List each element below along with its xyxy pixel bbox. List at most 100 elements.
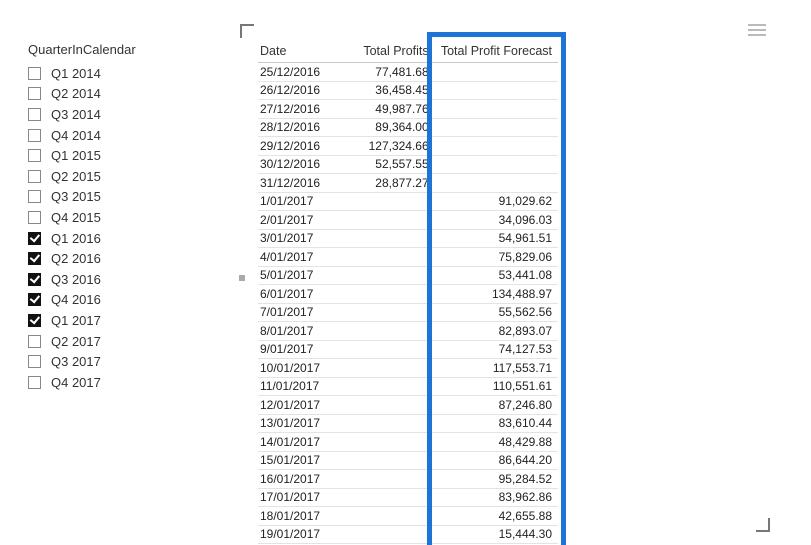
cell-date: 18/01/2017	[258, 507, 342, 526]
table-row: 6/01/2017 134,488.97	[258, 285, 558, 304]
cell-profits	[342, 266, 435, 285]
slicer-item-label: Q3 2017	[51, 354, 101, 369]
slicer-item-label: Q3 2015	[51, 189, 101, 204]
cell-profits	[342, 303, 435, 322]
cell-date: 26/12/2016	[258, 81, 342, 100]
checkbox-icon[interactable]	[28, 129, 41, 142]
checkbox-icon[interactable]	[28, 355, 41, 368]
checkbox-icon[interactable]	[28, 232, 41, 245]
cell-profits	[342, 488, 435, 507]
checkbox-icon[interactable]	[28, 335, 41, 348]
resize-handle-left[interactable]	[239, 275, 245, 281]
table-row: 8/01/201782,893.07	[258, 322, 558, 341]
cell-forecast: 86,644.20	[435, 451, 558, 470]
slicer-item[interactable]: Q1 2014	[28, 63, 208, 84]
table-row: 28/12/201689,364.00	[258, 118, 558, 137]
visual-options-icon[interactable]	[748, 24, 766, 36]
table-row: 29/12/2016127,324.66	[258, 137, 558, 156]
table-visual[interactable]: Date Total Profits Total Profit Forecast…	[240, 24, 770, 532]
slicer-item[interactable]: Q1 2017	[28, 310, 208, 331]
slicer-item[interactable]: Q2 2014	[28, 84, 208, 105]
checkbox-icon[interactable]	[28, 273, 41, 286]
cell-date: 6/01/2017	[258, 285, 342, 304]
cell-profits	[342, 211, 435, 230]
cell-date: 9/01/2017	[258, 340, 342, 359]
cell-forecast: 42,655.88	[435, 507, 558, 526]
cell-forecast: 117,553.71	[435, 359, 558, 378]
cell-date: 8/01/2017	[258, 322, 342, 341]
checkbox-icon[interactable]	[28, 108, 41, 121]
cell-date: 17/01/2017	[258, 488, 342, 507]
checkbox-icon[interactable]	[28, 211, 41, 224]
slicer-item-label: Q4 2016	[51, 292, 101, 307]
cell-date: 19/01/2017	[258, 525, 342, 544]
cell-profits	[342, 322, 435, 341]
slicer-item-label: Q2 2015	[51, 169, 101, 184]
cell-profits	[342, 340, 435, 359]
slicer-item-label: Q2 2017	[51, 334, 101, 349]
cell-forecast: 134,488.97	[435, 285, 558, 304]
slicer-item[interactable]: Q3 2017	[28, 351, 208, 372]
slicer-item[interactable]: Q4 2015	[28, 207, 208, 228]
table-row: 18/01/2017 42,655.88	[258, 507, 558, 526]
cell-profits: 49,987.76	[342, 100, 435, 119]
cell-forecast: 53,441.08	[435, 266, 558, 285]
checkbox-icon[interactable]	[28, 87, 41, 100]
cell-date: 16/01/2017	[258, 470, 342, 489]
cell-date: 11/01/2017	[258, 377, 342, 396]
col-header-profits[interactable]: Total Profits	[342, 42, 435, 63]
slicer-item-label: Q4 2014	[51, 128, 101, 143]
cell-forecast: 110,551.61	[435, 377, 558, 396]
slicer-item[interactable]: Q4 2014	[28, 125, 208, 146]
slicer-item-label: Q2 2016	[51, 251, 101, 266]
checkbox-icon[interactable]	[28, 190, 41, 203]
col-header-forecast[interactable]: Total Profit Forecast	[435, 42, 558, 63]
table-row: 13/01/201783,610.44	[258, 414, 558, 433]
table-header-row: Date Total Profits Total Profit Forecast	[258, 42, 558, 63]
checkbox-icon[interactable]	[28, 376, 41, 389]
checkbox-icon[interactable]	[28, 293, 41, 306]
slicer-item-label: Q3 2016	[51, 272, 101, 287]
resize-handle-tl[interactable]	[240, 24, 254, 38]
slicer-item[interactable]: Q3 2015	[28, 187, 208, 208]
cell-forecast: 95,284.52	[435, 470, 558, 489]
checkbox-icon[interactable]	[28, 149, 41, 162]
slicer-item[interactable]: Q4 2016	[28, 290, 208, 311]
checkbox-icon[interactable]	[28, 252, 41, 265]
slicer-item-label: Q1 2017	[51, 313, 101, 328]
cell-forecast	[435, 155, 558, 174]
slicer-item[interactable]: Q3 2016	[28, 269, 208, 290]
cell-forecast: 83,962.86	[435, 488, 558, 507]
slicer-item[interactable]: Q2 2016	[28, 248, 208, 269]
cell-date: 1/01/2017	[258, 192, 342, 211]
slicer-item[interactable]: Q4 2017	[28, 372, 208, 393]
cell-date: 4/01/2017	[258, 248, 342, 267]
cell-profits	[342, 359, 435, 378]
cell-profits	[342, 470, 435, 489]
cell-profits	[342, 248, 435, 267]
cell-date: 25/12/2016	[258, 63, 342, 82]
table-row: 1/01/201791,029.62	[258, 192, 558, 211]
slicer-item-label: Q4 2015	[51, 210, 101, 225]
cell-date: 29/12/2016	[258, 137, 342, 156]
cell-profits	[342, 507, 435, 526]
col-header-date[interactable]: Date	[258, 42, 342, 63]
cell-date: 15/01/2017	[258, 451, 342, 470]
cell-forecast	[435, 100, 558, 119]
checkbox-icon[interactable]	[28, 170, 41, 183]
slicer-item[interactable]: Q3 2014	[28, 104, 208, 125]
cell-profits	[342, 377, 435, 396]
checkbox-icon[interactable]	[28, 314, 41, 327]
cell-forecast: 83,610.44	[435, 414, 558, 433]
cell-profits	[342, 525, 435, 544]
slicer-item[interactable]: Q1 2016	[28, 228, 208, 249]
slicer-item[interactable]: Q2 2015	[28, 166, 208, 187]
cell-profits: 52,557.55	[342, 155, 435, 174]
slicer-item[interactable]: Q1 2015	[28, 145, 208, 166]
cell-profits	[342, 433, 435, 452]
table-row: 4/01/201775,829.06	[258, 248, 558, 267]
slicer-item[interactable]: Q2 2017	[28, 331, 208, 352]
cell-forecast: 74,127.53	[435, 340, 558, 359]
checkbox-icon[interactable]	[28, 67, 41, 80]
quarter-slicer: QuarterInCalendar Q1 2014Q2 2014Q3 2014Q…	[28, 42, 208, 393]
